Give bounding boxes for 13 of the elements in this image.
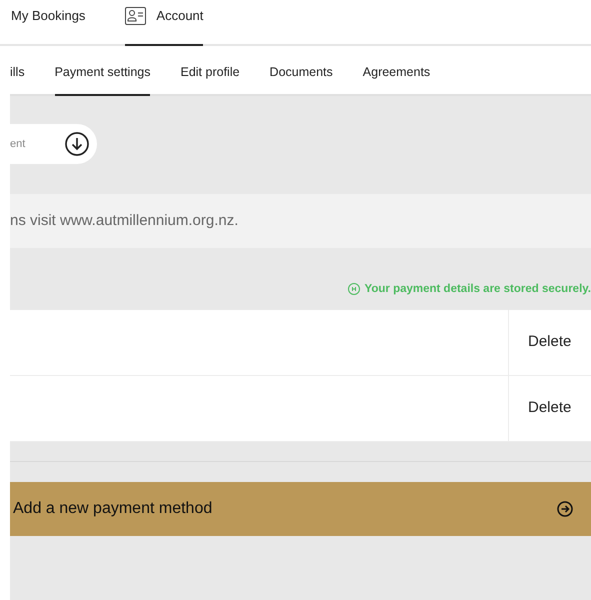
tab[interactable]: Edit profile bbox=[180, 46, 240, 96]
arrow-right-circle-icon bbox=[557, 501, 573, 517]
tab[interactable]: Agreements bbox=[362, 46, 430, 96]
tab[interactable]: Documents bbox=[270, 46, 333, 96]
delete-button[interactable]: Delete bbox=[508, 310, 591, 375]
delete-button[interactable]: Delete bbox=[508, 376, 591, 441]
download-button[interactable]: ent bbox=[10, 124, 97, 164]
nav-link[interactable]: Account bbox=[125, 0, 204, 46]
secure-note: Your payment details are stored securely. bbox=[364, 282, 591, 297]
info-text: ns visit www.autmillennium.org.nz. bbox=[10, 210, 238, 231]
add-payment-method-button[interactable]: Add a new payment method bbox=[10, 482, 591, 536]
nav-link[interactable]: My Bookings bbox=[11, 0, 86, 46]
tab[interactable]: ills bbox=[10, 46, 25, 96]
